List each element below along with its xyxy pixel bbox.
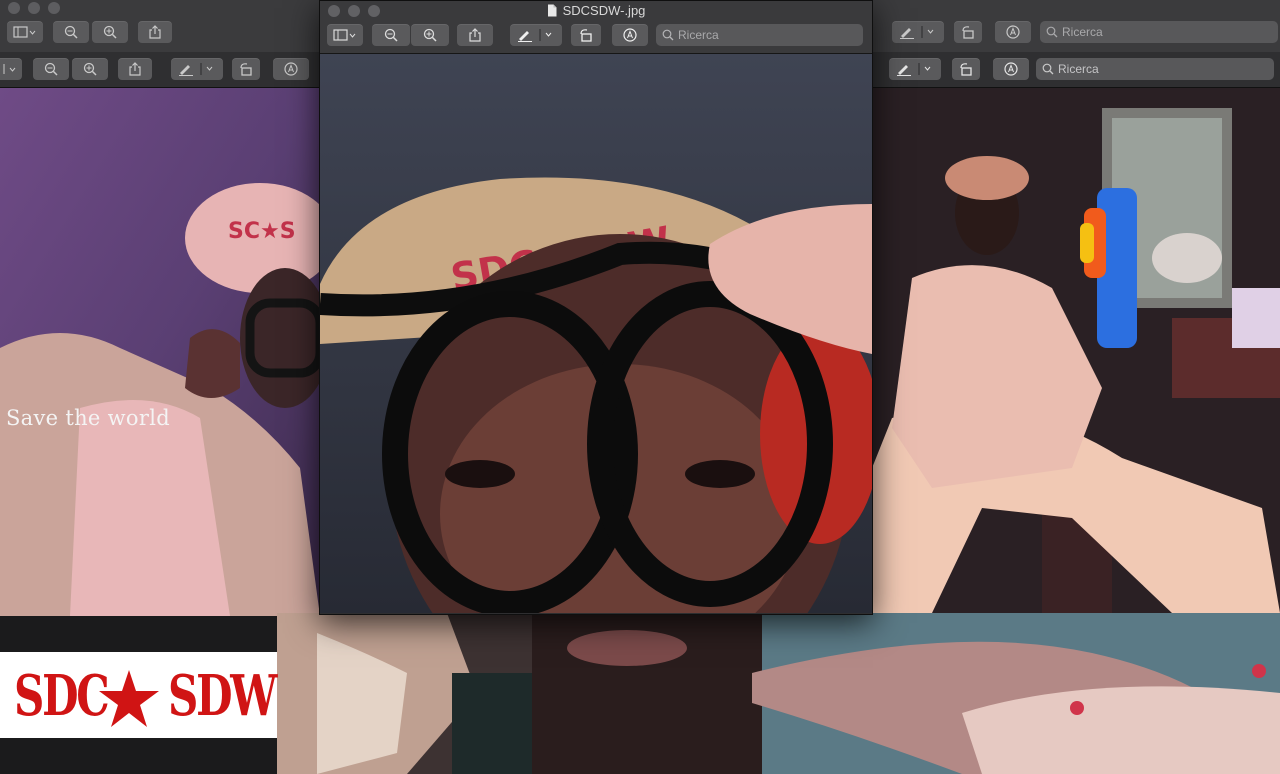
annotate-icon: [284, 62, 298, 76]
zoom-in-button-2[interactable]: [72, 58, 108, 80]
svg-text:SC★S: SC★S: [228, 219, 296, 244]
zoom-out-icon: [44, 62, 58, 76]
bottom-photo: [532, 613, 1280, 774]
annotate-icon: [1006, 25, 1020, 39]
search-field-right[interactable]: Ricerca: [1036, 58, 1274, 80]
caption-text: Save the world: [6, 406, 170, 430]
markup-pen-icon: [900, 26, 934, 39]
zoom-in-button[interactable]: [411, 24, 449, 46]
annotate-icon: [1004, 62, 1018, 76]
rotate-icon: [580, 29, 592, 42]
annotate-button-right-2[interactable]: [993, 58, 1029, 80]
search-icon: [1042, 63, 1054, 75]
share-icon: [469, 28, 481, 42]
share-button-2[interactable]: [118, 58, 152, 80]
right-photo: [872, 88, 1280, 613]
minimize-dot[interactable]: [28, 2, 40, 14]
markup-pen-icon: [518, 29, 552, 42]
rotate-button-right[interactable]: [954, 21, 982, 43]
share-icon: [149, 25, 161, 39]
window-title: SDCSDW-.jpg: [320, 3, 872, 18]
search-field[interactable]: Ricerca: [656, 24, 863, 46]
annotate-button[interactable]: [612, 24, 648, 46]
left-photo: SC★S Save the world: [0, 88, 320, 616]
bottom-left-photo: [277, 613, 532, 774]
rotate-icon: [962, 26, 974, 39]
logo-right-text: SDW: [168, 663, 277, 729]
right-window-toolbar-2: Ricerca: [872, 52, 1280, 88]
markup-button-right-2[interactable]: [889, 58, 941, 80]
rotate-button[interactable]: [571, 24, 601, 46]
sidebar-toggle-button[interactable]: [7, 21, 43, 43]
back-window-titlebar: [0, 0, 320, 53]
front-window-toolbar: SDCSDW-.jpg Ricerca: [320, 1, 872, 54]
markup-button-2[interactable]: [171, 58, 223, 80]
sdc-sdw-logo: SDC SDW: [0, 652, 277, 738]
annotate-button-2[interactable]: [273, 58, 309, 80]
window-title-text: SDCSDW-.jpg: [562, 3, 646, 18]
rotate-button-2[interactable]: [232, 58, 260, 80]
sidebar-icon: [3, 64, 16, 74]
zoom-in-icon: [83, 62, 97, 76]
zoom-dot[interactable]: [48, 2, 60, 14]
sidebar-icon: [333, 29, 356, 41]
search-placeholder: Ricerca: [1058, 62, 1099, 76]
markup-button-right[interactable]: [892, 21, 944, 43]
annotate-button-right[interactable]: [995, 21, 1031, 43]
star-icon: [99, 670, 159, 727]
search-icon: [662, 29, 674, 41]
logo-left-text: SDC: [14, 663, 110, 729]
search-field-right-top[interactable]: Ricerca: [1040, 21, 1278, 43]
share-icon: [129, 62, 141, 76]
rotate-icon: [240, 63, 252, 76]
sidebar-toggle-button-2[interactable]: [0, 58, 22, 80]
document-icon: [547, 4, 557, 17]
rotate-button-right-2[interactable]: [952, 58, 980, 80]
rotate-icon: [960, 63, 972, 76]
annotate-icon: [623, 28, 637, 42]
markup-pen-icon: [897, 63, 931, 76]
zoom-out-button-2[interactable]: [33, 58, 69, 80]
markup-button[interactable]: [510, 24, 562, 46]
close-dot[interactable]: [8, 2, 20, 14]
zoom-in-icon: [103, 25, 117, 39]
search-icon: [1046, 26, 1058, 38]
share-button[interactable]: [457, 24, 493, 46]
share-button[interactable]: [138, 21, 172, 43]
main-image: SDC★SDW: [320, 54, 872, 613]
zoom-in-button[interactable]: [92, 21, 128, 43]
zoom-in-icon: [423, 28, 437, 42]
zoom-out-icon: [384, 28, 398, 42]
search-placeholder: Ricerca: [1062, 25, 1103, 39]
search-placeholder: Ricerca: [678, 28, 719, 42]
right-window-titlebar: Ricerca: [872, 0, 1280, 53]
zoom-out-button[interactable]: [372, 24, 410, 46]
sidebar-toggle-button[interactable]: [327, 24, 363, 46]
zoom-out-icon: [64, 25, 78, 39]
sidebar-icon: [13, 26, 36, 38]
zoom-out-button[interactable]: [53, 21, 89, 43]
back-window-2-toolbar: [0, 52, 320, 88]
front-preview-window: SDCSDW-.jpg Ricerca: [319, 0, 873, 615]
markup-pen-icon: [179, 63, 213, 76]
